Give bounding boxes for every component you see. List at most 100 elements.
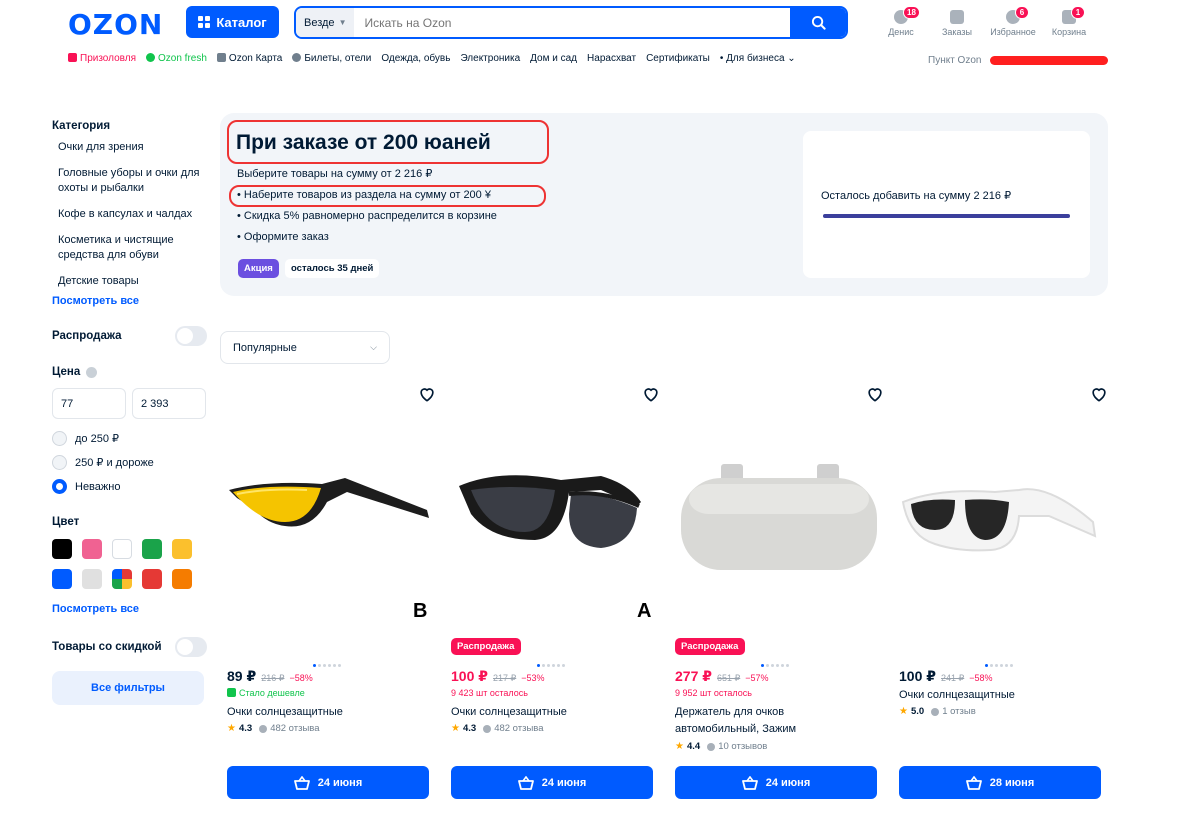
product-title[interactable]: Держатель для очков автомобильный, Зажим [675,704,825,738]
delivery-date: 24 июня [765,776,811,789]
search-icon [811,15,826,30]
add-to-cart-button[interactable]: 24 июня [227,766,429,799]
category-item[interactable]: Кофе в капсулах и чалдах [58,207,207,222]
color-swatch-red[interactable] [142,569,162,589]
color-swatch-blue[interactable] [52,569,72,589]
product-title[interactable]: Очки солнцезащитные [451,704,567,721]
category-item[interactable]: Детские товары [58,274,207,289]
nav-item-tickets[interactable]: Билеты, отели [292,53,371,64]
profile-button[interactable]: 18 Денис [873,6,929,37]
info-icon[interactable] [86,366,98,378]
ozon-logo[interactable]: OZON [68,8,163,41]
nav-item-clothes[interactable]: Одежда, обувь [381,53,450,64]
radio-button [52,431,67,446]
search-input[interactable] [354,8,790,37]
sale-filter-row: Распродажа [52,326,207,346]
color-heading: Цвет [52,516,80,528]
card-icon [216,53,226,62]
sort-label: Популярные [233,341,297,354]
price-from-input[interactable]: 77 [52,388,126,419]
sale-tag: Распродажа [675,638,746,655]
price-to-input[interactable]: 2 393 [132,388,206,419]
promo-bullet: • Оформите заказ [237,231,329,243]
chevron-down-icon: ⌄ [787,53,796,64]
reviews-count: 10 отзывов [718,741,768,752]
nav-item-home[interactable]: Дом и сад [530,53,577,64]
price-heading-row: Цена [52,366,207,378]
add-to-cart-button[interactable]: 24 июня [451,766,653,799]
product-title[interactable]: Очки солнцезащитные [899,687,1015,704]
price: 100 ₽ [451,668,488,684]
favorites-button[interactable]: 6 Избранное [985,6,1041,37]
star-icon: ★ [227,723,236,734]
cart-button[interactable]: 1 Корзина [1041,6,1097,37]
rating-row: ★ 4.3 482 отзыва [451,723,544,734]
nav-item-prizolovlya[interactable]: Призоловля [68,53,136,64]
discount: −53% [521,673,545,683]
colors-see-all-link[interactable]: Посмотреть все [52,603,207,615]
pickup-point[interactable]: Пункт Ozon [928,55,981,66]
search-scope-select[interactable]: Везде ▼ [296,8,355,37]
add-to-cart-button[interactable]: 28 июня [899,766,1101,799]
price-option-any[interactable]: Неважно [52,479,207,494]
price: 89 ₽ [227,668,257,684]
favorites-label: Избранное [990,27,1036,37]
nav-item-trending[interactable]: Нарасхват [587,53,636,64]
gift-icon [68,53,77,62]
price-heading: Цена [52,366,81,378]
search-button[interactable] [790,8,846,37]
nav-item-business[interactable]: • Для бизнеса ⌄ [720,53,796,64]
search-scope-label: Везде [304,16,335,29]
category-heading: Категория [52,120,111,132]
product-image-yellow-sunglasses[interactable] [227,418,437,628]
nav-item-electronics[interactable]: Электроника [460,53,520,64]
basket-icon [517,775,534,790]
color-swatch-yellow[interactable] [172,539,192,559]
orders-button[interactable]: Заказы [929,6,985,37]
category-item[interactable]: Очки для зрения [58,140,207,155]
category-item[interactable]: Косметика и чистящие средства для обуви [58,233,207,263]
search-bar: Везде ▼ [294,6,848,39]
heart-icon[interactable] [417,384,437,404]
nav-label: Призоловля [80,53,136,64]
category-item[interactable]: Головные уборы и очки для охоты и рыбалк… [58,166,207,196]
product-image-glasses-holder[interactable] [675,418,885,628]
delivery-date: 28 июня [989,776,1035,789]
nav-item-ozon-fresh[interactable]: Ozon fresh [146,53,207,64]
all-filters-button[interactable]: Все фильтры [52,671,204,705]
rating-value: 4.3 [462,723,477,734]
radio-button-selected [52,479,67,494]
product-title[interactable]: Очки солнцезащитные [227,704,343,721]
sort-select[interactable]: Популярные ⌵ [220,331,390,364]
product-image-white-sunglasses[interactable] [899,418,1109,628]
color-swatch-multicolor[interactable] [112,569,132,589]
discount-toggle[interactable] [175,637,207,657]
heart-icon[interactable] [1089,384,1109,404]
catalog-button[interactable]: Каталог [186,6,279,38]
old-price: 241 ₽ [941,673,965,683]
product-image-black-sunglasses[interactable] [451,418,661,628]
nav-item-ozon-card[interactable]: Ozon Карта [216,53,282,64]
orders-label: Заказы [941,27,973,37]
heart-icon[interactable] [641,384,661,404]
sale-toggle[interactable] [175,326,207,346]
heart-icon[interactable] [865,384,885,404]
stock-note: 9 423 шт осталось [451,688,528,698]
color-swatch-gray[interactable] [82,569,102,589]
categories-see-all-link[interactable]: Посмотреть все [52,295,207,307]
plane-icon [292,53,302,62]
reviews-count: 482 отзыва [270,723,320,734]
annotation-letter: A [637,600,652,622]
add-to-cart-button[interactable]: 24 июня [675,766,877,799]
color-swatch-orange[interactable] [172,569,192,589]
color-swatch-green[interactable] [142,539,162,559]
price-option-under-250[interactable]: до 250 ₽ [52,431,207,446]
color-swatch-white[interactable] [112,539,132,559]
nav-item-certificates[interactable]: Сертификаты [646,53,710,64]
price-option-over-250[interactable]: 250 ₽ и дороже [52,455,207,470]
image-dots [985,664,1013,667]
discount-filter-row: Товары со скидкой [52,637,207,657]
color-swatch-pink[interactable] [82,539,102,559]
color-swatch-black[interactable] [52,539,72,559]
